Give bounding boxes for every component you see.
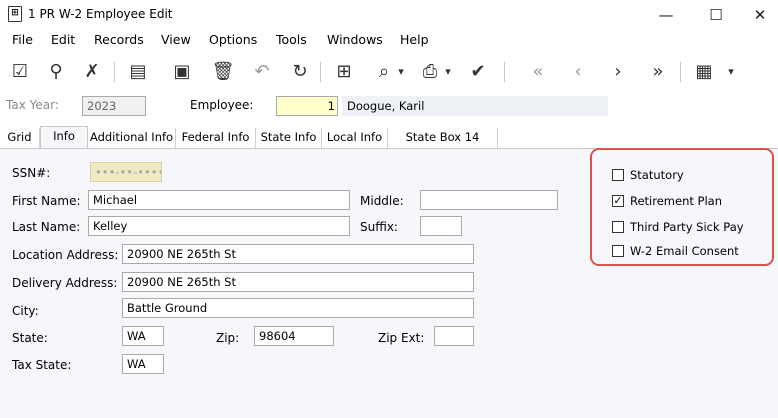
tab-info[interactable]: Info [40,126,88,148]
statutory-label: Statutory [630,168,684,182]
print-icon[interactable]: ⎙ [418,59,442,85]
first-record-icon[interactable]: « [526,59,550,85]
next-record-icon[interactable]: › [606,59,630,85]
menu-windows[interactable]: Windows [327,32,383,47]
ssn-field[interactable]: •••-••-•••• [90,162,162,182]
tab-state-box-14-detail[interactable]: State Box 14 Detail [388,128,498,163]
ssn-label: SSN#: [12,166,51,180]
state-field[interactable]: WA [122,326,164,346]
binoculars-icon[interactable]: ⚲ [44,59,68,85]
chevron-down-icon[interactable]: ▾ [726,59,736,85]
city-label: City: [12,304,39,318]
tab-grid[interactable]: Grid [0,128,40,148]
last-name-field[interactable]: Kelley [88,216,350,236]
clear-filter-icon[interactable]: ✗ [80,59,104,85]
tab-state-info[interactable]: State Info [256,128,322,148]
suffix-field[interactable] [420,216,462,236]
last-name-label: Last Name: [12,220,81,234]
chevron-down-icon[interactable]: ▾ [396,59,406,85]
toolbar-separator [114,62,115,82]
tax-state-label: Tax State: [12,358,72,372]
maximize-button[interactable]: ☐ [696,2,736,28]
toolbar-separator [680,62,681,82]
menu-options[interactable]: Options [209,32,257,47]
menu-view[interactable]: View [161,32,191,47]
last-record-icon[interactable]: » [646,59,670,85]
tax-year-field: 2023 [82,96,146,116]
employee-number-field[interactable]: 1 [276,96,338,116]
retirement-plan-label: Retirement Plan [630,194,722,208]
location-address-field[interactable]: 20900 NE 265th St [122,244,474,264]
zip-label: Zip: [216,331,240,345]
menu-tools[interactable]: Tools [276,32,307,47]
menu-help[interactable]: Help [400,32,429,47]
tab-federal-info[interactable]: Federal Info [176,128,256,148]
toolbar-separator [320,62,321,82]
third-party-sick-pay-label: Third Party Sick Pay [630,220,744,234]
attachment-icon[interactable]: ⌕ [372,59,396,85]
tax-year-label: Tax Year: [6,98,59,112]
save-icon[interactable]: ▣ [170,59,194,85]
suffix-label: Suffix: [360,220,398,234]
employee-header: Tax Year: 2023 Employee: 1 Doogue, Karil [0,92,778,120]
undo-icon[interactable]: ↶ [250,59,274,85]
delete-icon[interactable]: 🗑 [211,59,235,85]
city-field[interactable]: Battle Ground [122,298,474,318]
grid-icon[interactable]: ⊞ [332,59,356,85]
spellcheck-icon[interactable]: ✔ [466,59,490,85]
menu-records[interactable]: Records [94,32,144,47]
toolbar-separator [504,62,505,82]
table-settings-icon[interactable]: ▦ [692,59,716,85]
zip-field[interactable]: 98604 [254,326,334,346]
close-button[interactable]: ✕ [740,2,778,28]
first-name-field[interactable]: Michael [88,190,350,210]
employee-label: Employee: [190,98,254,112]
checkbox-unchecked-icon[interactable] [612,245,624,257]
zip-ext-label: Zip Ext: [378,331,425,345]
title-bar: ⊞ 1 PR W-2 Employee Edit — ☐ ✕ [0,0,778,30]
checkbox-unchecked-icon[interactable] [612,221,624,233]
w2-email-consent-label: W-2 Email Consent [630,244,739,258]
location-address-label: Location Address: [12,248,119,262]
middle-field[interactable] [420,190,558,210]
checkmark-icon[interactable]: ✓ [612,195,624,207]
menu-file[interactable]: File [12,32,33,47]
menu-edit[interactable]: Edit [51,32,75,47]
middle-label: Middle: [360,194,404,208]
app-icon: ⊞ [8,6,22,22]
employee-name-display: Doogue, Karil [342,96,608,116]
refresh-icon[interactable]: ↻ [288,59,312,85]
tab-bar: Grid Info Additional Info Federal Info S… [0,126,778,163]
tab-local-info[interactable]: Local Info [322,128,388,148]
previous-record-icon[interactable]: ‹ [566,59,590,85]
minimize-button[interactable]: — [646,2,686,28]
tax-state-field[interactable]: WA [122,354,164,374]
tab-additional-info[interactable]: Additional Info [88,128,176,148]
edit-check-icon[interactable]: ☑ [8,59,32,85]
toolbar: ☑ ⚲ ✗ ▤ ▣ 🗑 ↶ ↻ ⊞ ⌕ ▾ ⎙ ▾ ✔ « ‹ › » ▦ ▾ [0,56,778,88]
chevron-down-icon[interactable]: ▾ [443,59,453,85]
checkbox-unchecked-icon[interactable] [612,169,624,181]
delivery-address-field[interactable]: 20900 NE 265th St [122,272,474,292]
document-icon[interactable]: ▤ [126,59,150,85]
zip-ext-field[interactable] [434,326,474,346]
state-label: State: [12,331,48,345]
window-title: 1 PR W-2 Employee Edit [28,7,173,21]
first-name-label: First Name: [12,194,81,208]
delivery-address-label: Delivery Address: [12,276,118,290]
